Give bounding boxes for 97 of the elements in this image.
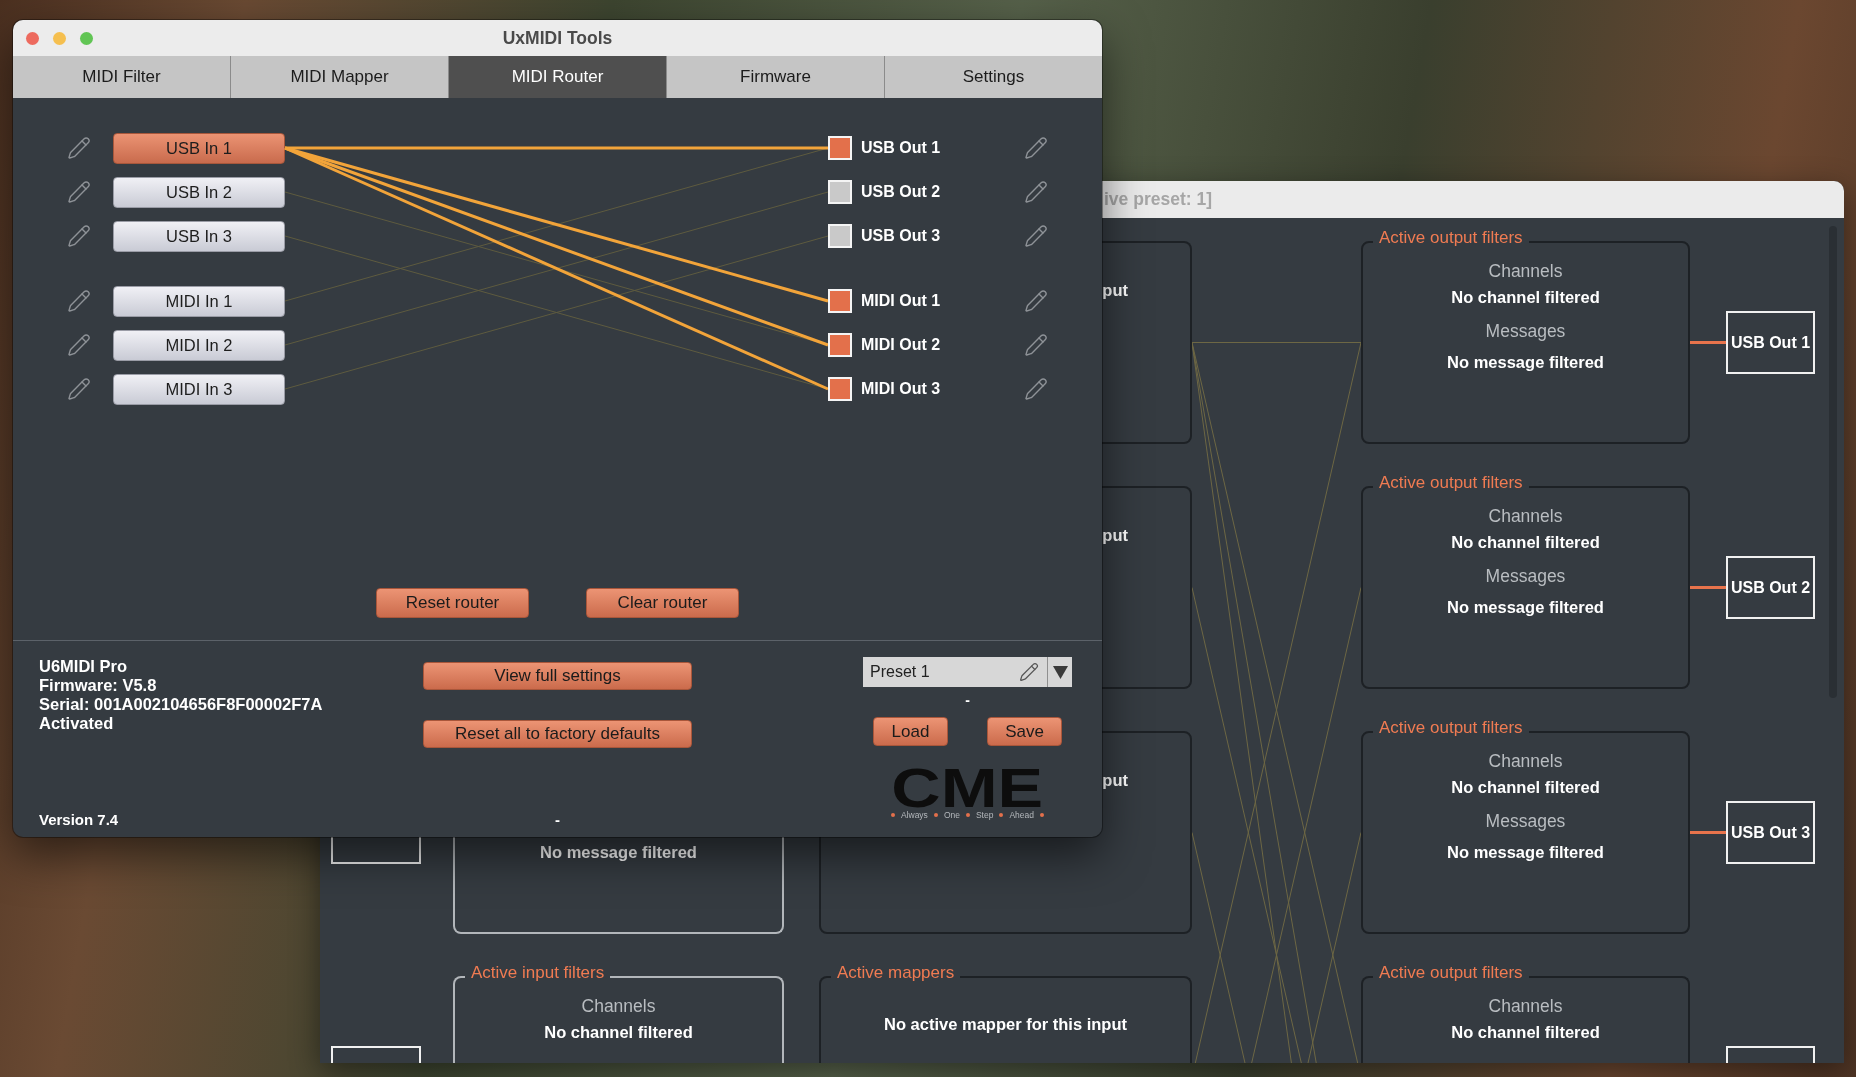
channels-value: No channel filtered [544, 1022, 693, 1043]
output-label: MIDI Out 1 [861, 292, 942, 310]
pencil-icon[interactable] [1024, 333, 1048, 357]
output-node: USB Out 2 [1726, 556, 1815, 619]
device-info-text: Firmware: V5.8 [39, 676, 157, 695]
connector-line [1690, 831, 1726, 834]
bullet-icon [933, 813, 938, 817]
panel-title: Active output filters [1373, 964, 1529, 982]
pencil-icon[interactable] [67, 224, 91, 248]
input-button[interactable]: MIDI In 2 [113, 329, 285, 361]
bullet-icon [965, 813, 970, 817]
mapper-status: put [1102, 770, 1128, 791]
pencil-icon[interactable] [1024, 136, 1048, 160]
channels-label: Channels [581, 995, 656, 1018]
pencil-icon[interactable] [1024, 180, 1048, 204]
caret-icon [1052, 665, 1068, 679]
device-info-text: U6MIDI Pro [39, 657, 127, 676]
panel-title: Active output filters [1373, 474, 1529, 492]
window-title: ive preset: 1] [1104, 189, 1212, 210]
version-label: Version 7.4 [39, 811, 119, 829]
messages-label: Messages [1485, 565, 1566, 588]
output-checkbox[interactable] [828, 136, 852, 160]
clear-router-button[interactable]: Clear router [586, 588, 739, 618]
bullet-icon [999, 813, 1004, 817]
output-label: USB Out 1 [861, 139, 942, 157]
bullet-icon [1040, 813, 1045, 817]
messages-value: No message filtered [1447, 842, 1604, 863]
pencil-icon[interactable] [1019, 662, 1039, 682]
pencil-icon[interactable] [1024, 377, 1048, 401]
pencil-icon[interactable] [67, 289, 91, 313]
panel-title: Active output filters [1373, 719, 1529, 737]
window-title: UxMIDI Tools [502, 27, 613, 49]
device-info-text: Activated [39, 714, 114, 733]
pencil-icon[interactable] [67, 180, 91, 204]
status-text: - [555, 811, 560, 829]
pencil-icon[interactable] [67, 377, 91, 401]
panel-title: Active mappers [831, 964, 961, 982]
bullet-icon [890, 813, 895, 817]
view-settings-button[interactable]: View full settings [423, 662, 692, 690]
pencil-icon[interactable] [67, 333, 91, 357]
mapper-status: No active mapper for this input [884, 1014, 1127, 1035]
messages-value: No message filtered [1447, 352, 1604, 373]
tagline-word: Always [900, 810, 928, 820]
channels-label: Channels [1488, 995, 1563, 1018]
output-node: USB Out 3 [1726, 801, 1815, 864]
mapper-status: put [1102, 525, 1128, 546]
input-button[interactable]: USB In 1 [113, 132, 285, 164]
output-checkbox[interactable] [828, 289, 852, 313]
tagline-word: Step [975, 810, 994, 820]
output-checkbox[interactable] [828, 333, 852, 357]
messages-label: Messages [1485, 320, 1566, 343]
channels-label: Channels [1488, 260, 1563, 283]
tab[interactable]: MIDI Filter [13, 56, 231, 98]
tab[interactable]: MIDI Router [449, 56, 667, 98]
messages-label: Messages [1485, 810, 1566, 833]
input-button[interactable]: USB In 2 [113, 176, 285, 208]
pencil-icon[interactable] [1024, 289, 1048, 313]
output-label: MIDI Out 3 [861, 380, 942, 398]
tab[interactable]: Settings [885, 56, 1102, 98]
panel-title: Active input filters [465, 964, 611, 982]
channels-value: No channel filtered [1451, 287, 1600, 308]
input-button[interactable]: MIDI In 3 [113, 373, 285, 405]
messages-value: No message filtered [1447, 597, 1604, 618]
tagline-word: Ahead [1009, 810, 1035, 820]
device-info-text: Serial: 001A002104656F8F00002F7A [39, 695, 323, 714]
tagline-word: One [943, 810, 960, 820]
status-text: - [965, 693, 970, 707]
connector-line [1690, 586, 1726, 589]
load-button[interactable]: Load [873, 717, 948, 746]
panel-title: Active output filters [1373, 229, 1529, 247]
tab[interactable]: Firmware [667, 56, 885, 98]
tab[interactable]: MIDI Mapper [231, 56, 449, 98]
channels-label: Channels [1488, 505, 1563, 528]
pencil-icon[interactable] [1024, 224, 1048, 248]
channels-label: Channels [1488, 750, 1563, 773]
dropdown-button[interactable] [1047, 657, 1072, 687]
output-checkbox[interactable] [828, 224, 852, 248]
close-button[interactable] [26, 31, 39, 45]
reset-router-button[interactable]: Reset router [376, 588, 529, 618]
connector-line [1690, 341, 1726, 344]
mapper-status: put [1102, 280, 1128, 301]
channels-value: No channel filtered [1451, 777, 1600, 798]
output-label: MIDI Out 2 [861, 336, 942, 354]
factory-reset-button[interactable]: Reset all to factory defaults [423, 720, 692, 748]
output-node: USB Out 1 [1726, 311, 1815, 374]
output-label: USB Out 3 [861, 227, 942, 245]
channels-value: No channel filtered [1451, 1022, 1600, 1043]
output-checkbox[interactable] [828, 180, 852, 204]
output-label: USB Out 2 [861, 183, 942, 201]
save-button[interactable]: Save [987, 717, 1062, 746]
input-button[interactable]: USB In 3 [113, 220, 285, 252]
pencil-icon[interactable] [67, 136, 91, 160]
messages-value: No message filtered [540, 842, 697, 863]
input-button[interactable]: MIDI In 1 [113, 285, 285, 317]
channels-value: No channel filtered [1451, 532, 1600, 553]
output-checkbox[interactable] [828, 377, 852, 401]
preset-field[interactable]: Preset 1 [863, 657, 1047, 687]
